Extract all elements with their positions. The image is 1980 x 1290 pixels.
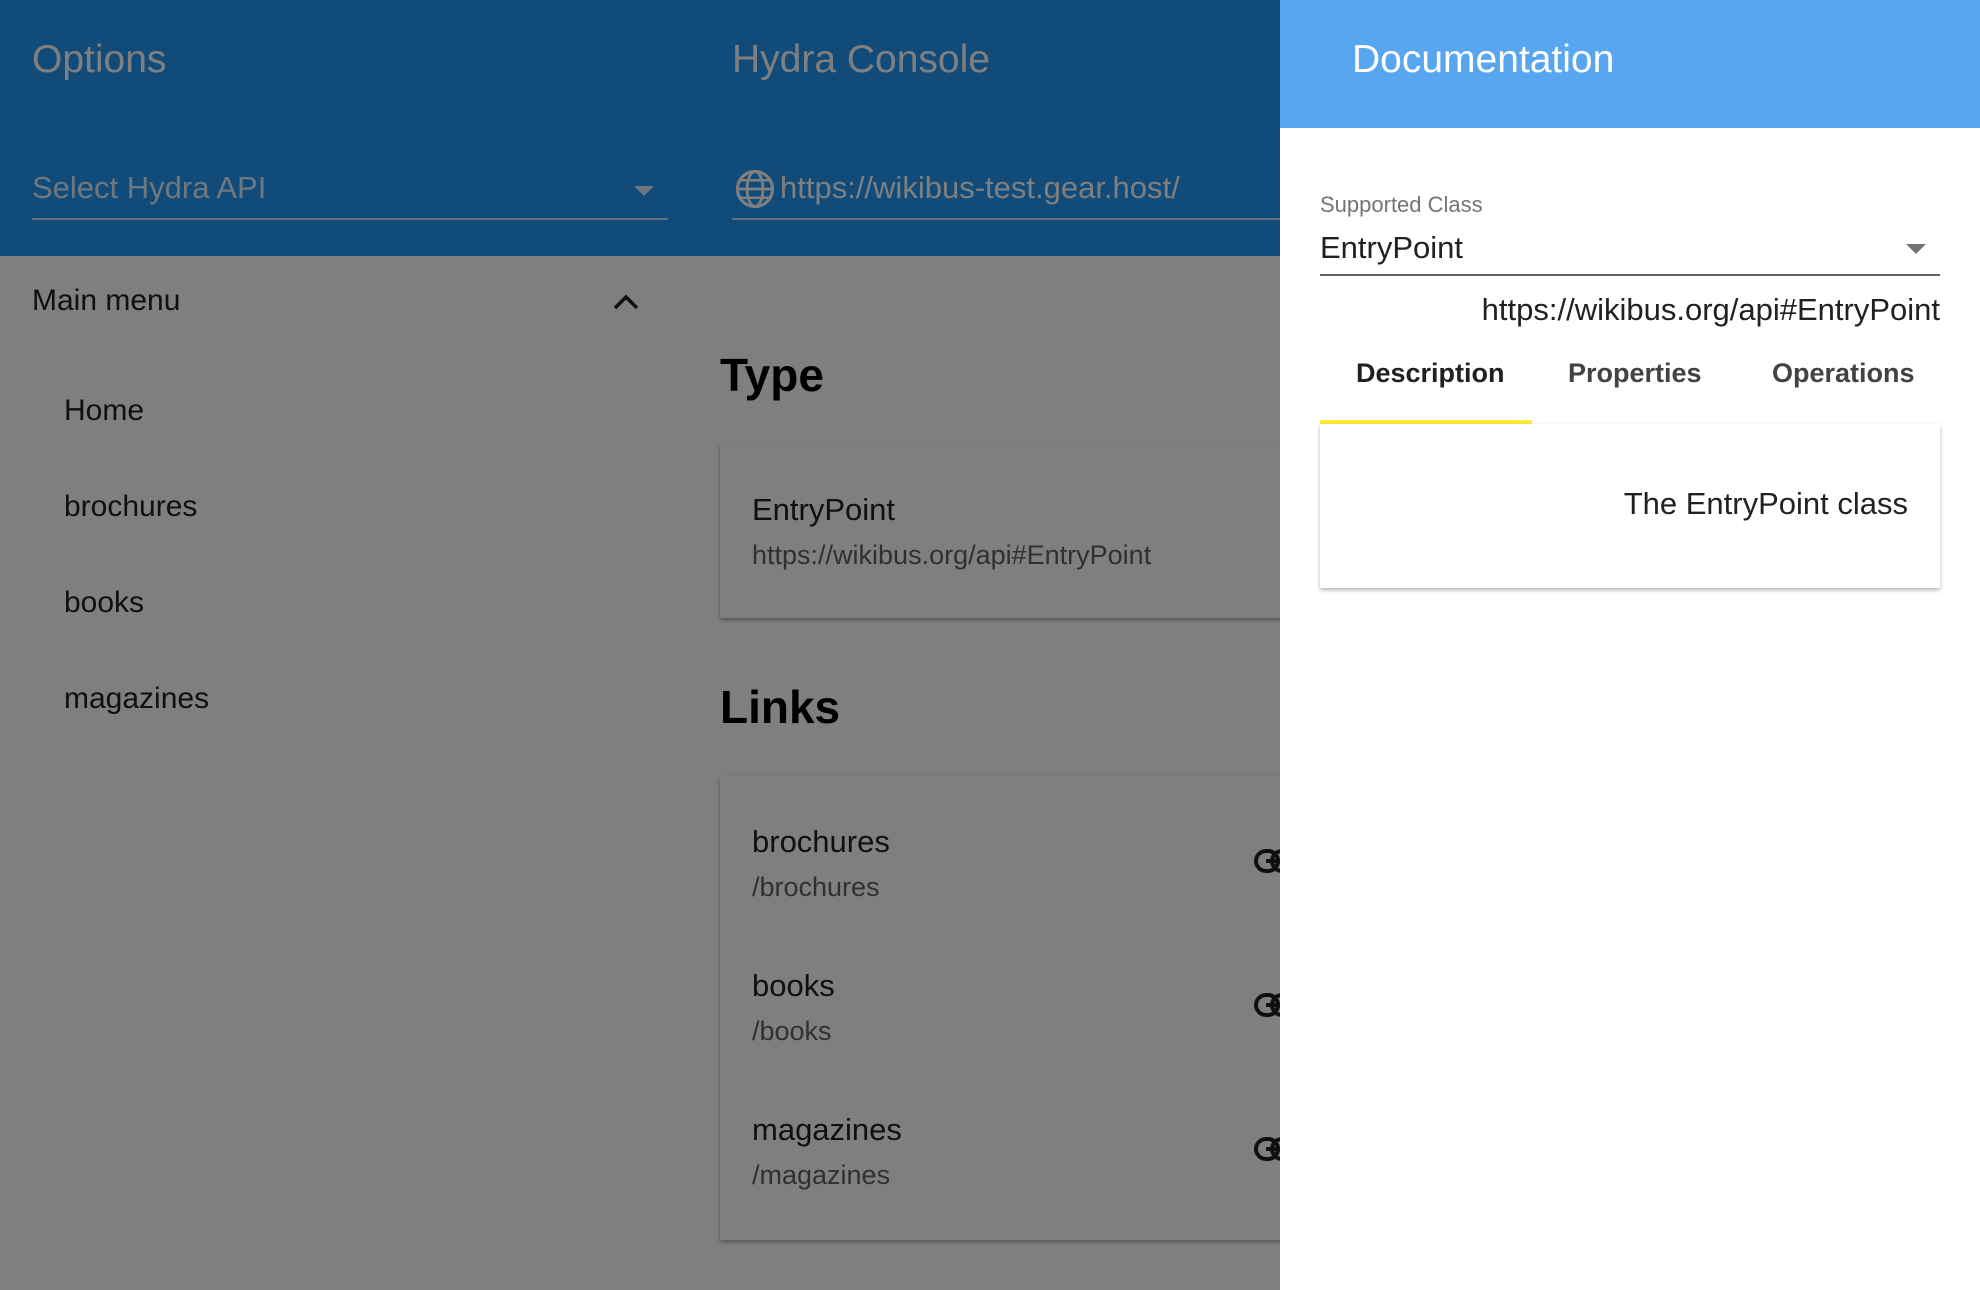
documentation-drawer: Documentation Supported Class EntryPoint… — [1280, 0, 1980, 1290]
drawer-header: Documentation — [1280, 0, 1980, 128]
description-card: The EntryPoint class — [1320, 424, 1940, 588]
description-text: The EntryPoint class — [1623, 486, 1908, 521]
chevron-down-icon — [1906, 244, 1926, 254]
drawer-title: Documentation — [1352, 38, 1615, 81]
tab-operations[interactable]: Operations — [1772, 358, 1915, 389]
class-iri: https://wikibus.org/api#EntryPoint — [1481, 292, 1940, 327]
documentation-tabs: Description Properties Operations — [1320, 340, 1940, 424]
supported-class-select[interactable]: EntryPoint — [1320, 224, 1940, 276]
tab-description[interactable]: Description — [1356, 358, 1505, 389]
supported-class-label: Supported Class — [1320, 192, 1483, 217]
supported-class-value: EntryPoint — [1320, 230, 1464, 265]
tab-properties[interactable]: Properties — [1568, 358, 1702, 389]
